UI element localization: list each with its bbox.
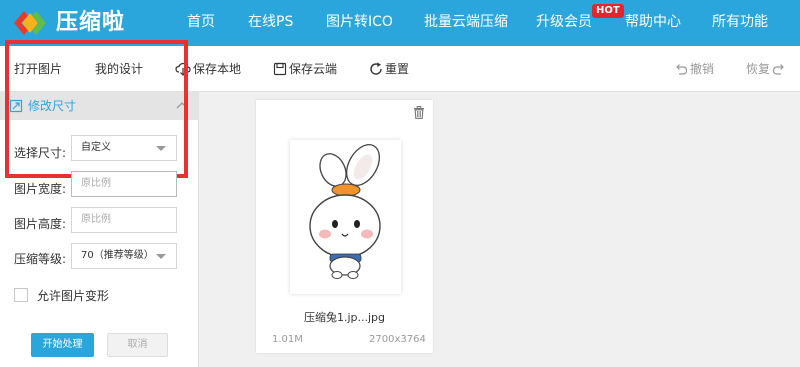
undo-label: 撤销 <box>690 62 715 76</box>
trash-icon[interactable] <box>413 106 425 119</box>
rabbit-illustration <box>309 144 381 279</box>
nav-image-to-ico[interactable]: 图片转ICO <box>326 0 393 46</box>
allow-deform-label[interactable]: 允许图片变形 <box>37 287 109 304</box>
redo-icon <box>772 64 784 75</box>
file-dimensions: 2700x3764 <box>369 334 426 345</box>
height-label: 图片高度: <box>14 217 67 231</box>
brand-name[interactable]: 压缩啦 <box>56 8 125 38</box>
logo-icon <box>14 11 46 35</box>
quality-label: 压缩等级: <box>14 252 67 266</box>
reset-label: 重置 <box>385 62 410 76</box>
image-thumbnail[interactable] <box>290 140 401 294</box>
refresh-icon <box>370 62 382 75</box>
allow-deform-checkbox[interactable] <box>14 288 28 302</box>
width-input[interactable]: 原比例 <box>71 171 177 197</box>
start-button[interactable]: 开始处理 <box>31 333 94 357</box>
size-label: 选择尺寸: <box>14 146 67 160</box>
file-size: 1.01M <box>272 334 303 345</box>
nav-online-ps[interactable]: 在线PS <box>248 0 293 46</box>
redo-label: 恢复 <box>746 62 771 76</box>
save-cloud-button[interactable]: 保存云端 <box>273 46 337 92</box>
hot-badge: HOT <box>592 4 624 18</box>
height-placeholder: 原比例 <box>81 214 111 225</box>
quality-select[interactable]: 70（推荐等级） <box>71 243 177 269</box>
redo-button[interactable]: 恢复 <box>746 46 786 92</box>
undo-button[interactable]: 撤销 <box>674 46 714 92</box>
width-label: 图片宽度: <box>14 182 67 196</box>
cancel-button[interactable]: 取消 <box>107 333 168 357</box>
file-name: 压缩兔1.jp...jpg <box>303 311 386 324</box>
size-select-value: 自定义 <box>81 142 111 153</box>
nav-home[interactable]: 首页 <box>187 0 215 46</box>
save-icon <box>273 62 287 76</box>
nav-upgrade-member[interactable]: 升级会员 <box>536 0 592 46</box>
caret-down-icon <box>156 146 166 151</box>
caret-down-icon <box>156 254 166 259</box>
size-select[interactable]: 自定义 <box>71 135 177 161</box>
nav-all-features[interactable]: 所有功能 <box>712 0 768 46</box>
reset-button[interactable]: 重置 <box>369 46 409 92</box>
save-local-label: 保存本地 <box>193 62 242 76</box>
height-input[interactable]: 原比例 <box>71 207 177 233</box>
nav-help-center[interactable]: 帮助中心 <box>625 0 681 46</box>
quality-select-value: 70（推荐等级） <box>81 250 154 261</box>
undo-icon <box>676 64 688 75</box>
width-placeholder: 原比例 <box>81 178 111 189</box>
save-cloud-label: 保存云端 <box>289 62 338 76</box>
nav-batch-cloud-compress[interactable]: 批量云端压缩 <box>424 0 508 46</box>
